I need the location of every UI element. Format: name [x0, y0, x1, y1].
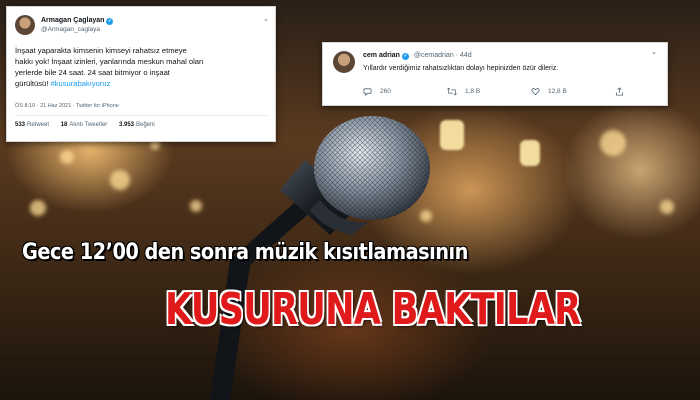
retweet-button[interactable]: 1,8 B	[447, 87, 531, 96]
divider	[15, 115, 267, 116]
tweet-text-line: yerlerde bile 24 saat. 24 saat bitmiyor …	[15, 68, 170, 77]
tweet-author-handle[interactable]: @cemadrian	[414, 52, 454, 59]
chevron-down-icon[interactable]: ⌄	[263, 15, 269, 23]
reply-button[interactable]: 260	[363, 87, 447, 96]
retweet-count: 1,8 B	[465, 88, 481, 95]
tweet-card-armagan[interactable]: Armagan Çaglayan ✓ @Armagan_caglaya ⌄ İnş…	[6, 6, 276, 142]
like-stat[interactable]: 3.953 Beğeni	[119, 122, 155, 128]
tweet-card-cemadrian[interactable]: cem adrian ✓ @cemadrian · 44d ⌄ Yıllardır…	[322, 42, 668, 106]
tweet-age[interactable]: · 44d	[456, 52, 472, 59]
tweet-timestamp[interactable]: ÖS 8:10 · 21 Haz 2021 · Twitter for iPho…	[15, 103, 119, 109]
tweet-text: İnşaat yaparakta kimsenin kimseyi rahats…	[15, 45, 271, 89]
tweet-stats: 533 Retweet 18 Alıntı Tweetler 3.953 Beğeni	[15, 122, 165, 128]
like-button[interactable]: 12,8 B	[531, 87, 615, 96]
avatar[interactable]	[15, 15, 35, 35]
author-name-text[interactable]: cem adrian	[363, 52, 400, 59]
author-name-text[interactable]: Armagan Çaglayan	[41, 17, 104, 24]
reply-count: 260	[380, 88, 391, 95]
quote-stat[interactable]: 18 Alıntı Tweetler	[61, 122, 108, 128]
tweet-text-line: gürültüsü! #kusurabakıyoruz	[15, 79, 111, 88]
heart-icon	[531, 88, 540, 96]
headline: KUSURUNA BAKTILAR	[165, 284, 581, 335]
news-graphic: Armagan Çaglayan ✓ @Armagan_caglaya ⌄ İnş…	[0, 0, 700, 400]
subtitle: Gece 12’00 den sonra müzik kısıtlamasını…	[22, 240, 468, 265]
tweet-text: Yıllardır verdiğimiz rahatsızlıktan dola…	[363, 65, 559, 72]
share-icon	[615, 87, 624, 96]
tweet-text-line: hakkı yok! İnşaat izinleri, yanlarında m…	[15, 57, 204, 66]
more-icon[interactable]: ⌄	[651, 48, 657, 56]
tweet-author-handle[interactable]: @Armagan_caglaya	[41, 26, 100, 33]
like-count: 12,8 B	[548, 88, 567, 95]
share-button[interactable]	[615, 87, 699, 96]
verified-badge-icon: ✓	[401, 53, 409, 60]
hashtag-link[interactable]: #kusurabakıyoruz	[50, 79, 110, 88]
tweet-author-name[interactable]: Armagan Çaglayan ✓	[41, 17, 114, 25]
avatar[interactable]	[333, 51, 355, 73]
retweet-stat[interactable]: 533 Retweet	[15, 122, 49, 128]
reply-icon	[363, 88, 372, 96]
retweet-icon	[447, 87, 457, 96]
tweet-actions: 260 1,8 B 12,8 B	[363, 87, 699, 96]
tweet-author-line: cem adrian ✓ @cemadrian · 44d	[363, 52, 472, 60]
tweet-text-line: İnşaat yaparakta kimsenin kimseyi rahats…	[15, 46, 187, 55]
verified-badge-icon: ✓	[106, 18, 114, 25]
